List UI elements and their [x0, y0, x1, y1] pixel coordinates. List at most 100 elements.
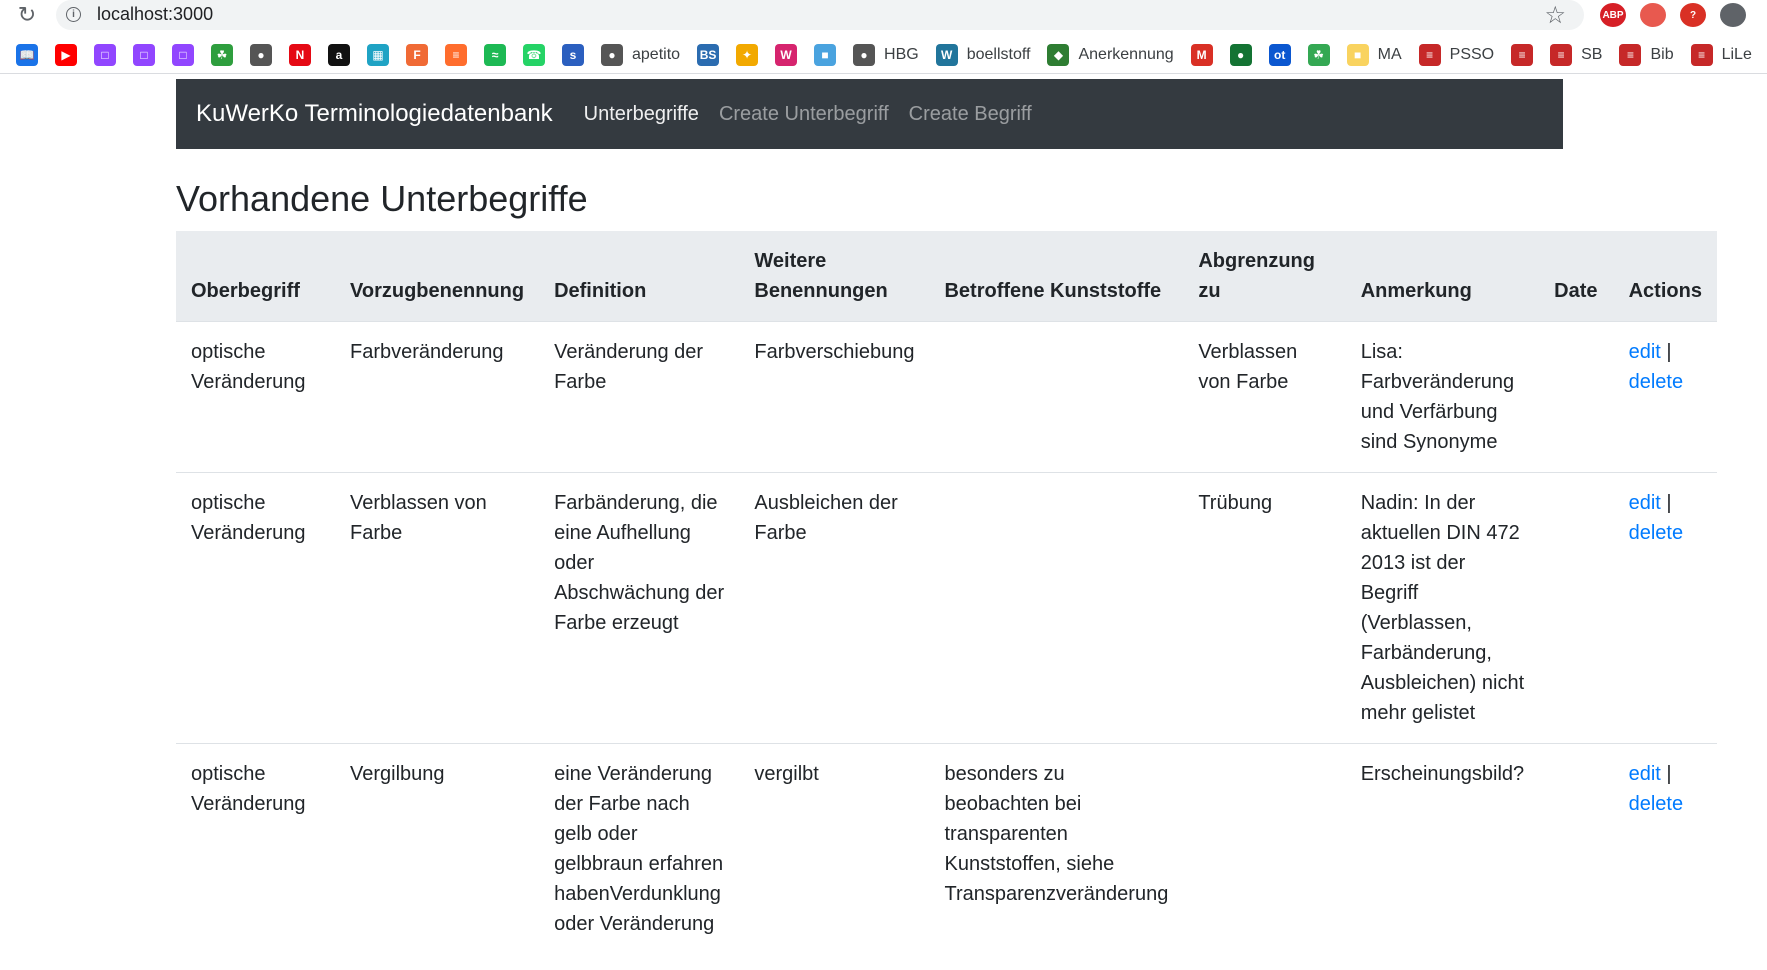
nav-link-create-begriff[interactable]: Create Begriff — [909, 103, 1032, 126]
bookmark-item[interactable]: a — [328, 43, 350, 66]
stack-icon: ≡ — [445, 43, 467, 66]
edit-link[interactable]: edit — [1629, 492, 1661, 514]
bookmark-label: PSSO — [1449, 45, 1495, 63]
table-row: optische Veränderung Vergilbung eine Ver… — [176, 743, 1717, 954]
cell-oberbegriff: optische Veränderung — [176, 472, 336, 744]
page-title: Vorhandene Unterbegriffe — [176, 178, 588, 219]
navbar-brand[interactable]: KuWerKo Terminologiedatenbank — [196, 100, 553, 128]
bookmark-item[interactable]: □ — [133, 43, 155, 66]
crest-icon: ◆ — [1047, 43, 1070, 66]
address-bar[interactable]: i localhost:3000 ☆ — [56, 0, 1584, 30]
cell-definition: Farbänderung, die eine Aufhellung oder A… — [539, 472, 740, 744]
bookmark-item[interactable]: ≡ — [445, 43, 467, 66]
bookmark-item[interactable]: Wboellstoff — [935, 43, 1031, 66]
navbar: KuWerKo Terminologiedatenbank Unterbegri… — [176, 79, 1563, 149]
bookmark-item[interactable]: ≡ PSSO — [1418, 43, 1495, 66]
edit-link[interactable]: edit — [1629, 763, 1661, 785]
extensions-area: ABP? — [1600, 3, 1746, 27]
bookmark-item[interactable]: ■ MA — [1346, 43, 1402, 66]
nav-link-unterbegriffe[interactable]: Unterbegriffe — [584, 103, 699, 126]
url-text[interactable]: localhost:3000 — [97, 4, 213, 25]
lines-icon: ≡ — [1619, 43, 1642, 66]
bookmark-item[interactable]: ☘ — [1307, 43, 1330, 66]
delete-link[interactable]: delete — [1629, 371, 1684, 393]
cell-betroffene-kunststoffe — [929, 321, 1184, 473]
bookmark-item[interactable]: BS — [697, 43, 720, 66]
cell-actions: edit | delete — [1613, 743, 1717, 954]
bookmark-item[interactable]: ≡ — [1511, 43, 1534, 66]
bookmark-item[interactable]: □ — [172, 43, 194, 66]
cell-anmerkung: Lisa: Farbveränderung und Verfärbung sin… — [1345, 321, 1540, 473]
cell-vorzugbenennung: Verblassen von Farbe — [335, 472, 540, 744]
bookmark-label: MA — [1377, 45, 1402, 63]
cell-anmerkung: Nadin: In der aktuellen DIN 472 2013 ist… — [1345, 472, 1540, 744]
cell-date — [1539, 472, 1614, 744]
unterbegriffe-table: Oberbegriff Vorzugbenennung Definition W… — [176, 231, 1717, 954]
bookmark-item[interactable]: ▦ — [367, 43, 389, 66]
nav-link-create-unterbegriff[interactable]: Create Unterbegriff — [719, 103, 889, 126]
bookmark-label: SB — [1581, 45, 1603, 63]
column-header-vorzugbenennung: Vorzugbenennung — [335, 231, 540, 322]
cell-betroffene-kunststoffe: besonders zu beobachten bei transparente… — [929, 743, 1184, 954]
bs-icon: BS — [697, 43, 720, 66]
bookmark-item[interactable]: ■ — [814, 43, 837, 66]
folder-icon: ■ — [1346, 43, 1369, 66]
wordpress-icon: W — [935, 43, 958, 66]
bookmark-item[interactable]: ☎ — [523, 43, 545, 66]
bookmark-item[interactable]: ● HBG — [853, 43, 919, 66]
bookmark-item[interactable]: M — [1190, 43, 1213, 66]
delete-link[interactable]: delete — [1629, 522, 1684, 544]
abp-icon[interactable]: ABP — [1600, 3, 1626, 27]
star-icon[interactable]: ☆ — [1544, 1, 1566, 30]
bookmark-item[interactable]: 📖 — [16, 43, 38, 66]
column-header-definition: Definition — [539, 231, 740, 322]
bookmark-item[interactable]: □ — [94, 43, 116, 66]
pdf-icon[interactable] — [1640, 3, 1666, 27]
reload-icon[interactable]: ↻ — [14, 2, 40, 28]
bookmark-item[interactable]: s — [562, 43, 584, 66]
ot-icon: ot — [1268, 43, 1291, 66]
column-header-abgrenzung: Abgrenzung zu — [1183, 231, 1346, 322]
browser-toolbar: ↻ i localhost:3000 ☆ ABP? — [0, 0, 1767, 30]
bookmark-item[interactable]: ☘ — [211, 43, 233, 66]
cell-vorzugbenennung: Farbveränderung — [335, 321, 540, 473]
bookmark-item[interactable]: ● — [250, 43, 272, 66]
bookmark-item[interactable]: ◆ Anerkennung — [1047, 43, 1174, 66]
info-icon[interactable]: i — [66, 7, 81, 22]
action-separator: | — [1666, 763, 1672, 785]
bookmark-item[interactable]: ≈ — [484, 43, 506, 66]
bookmark-item[interactable]: ▶ — [55, 43, 77, 66]
puzzle-icon[interactable] — [1720, 3, 1746, 27]
bookmark-item[interactable]: W — [775, 43, 798, 66]
cell-definition: eine Veränderung der Farbe nach gelb ode… — [539, 743, 740, 954]
edit-link[interactable]: edit — [1629, 341, 1661, 363]
table-row: optische Veränderung Verblassen von Farb… — [176, 472, 1717, 744]
bookmark-item[interactable]: ≡ SB — [1550, 43, 1603, 66]
column-header-oberbegriff: Oberbegriff — [176, 231, 336, 322]
circle-icon: ● — [1229, 43, 1252, 66]
bookmark-item[interactable]: ≡ Bib — [1619, 43, 1674, 66]
bookmark-label: Bib — [1650, 45, 1674, 63]
question-icon[interactable]: ? — [1680, 3, 1706, 27]
cell-oberbegriff: optische Veränderung — [176, 321, 336, 473]
spotify-icon: ≈ — [484, 43, 506, 66]
bookmark-label: boellstoff — [966, 45, 1031, 63]
column-header-date: Date — [1539, 231, 1614, 322]
delete-link[interactable]: delete — [1629, 793, 1684, 815]
cell-date — [1539, 321, 1614, 473]
twitch-icon: □ — [133, 43, 155, 66]
netflix-icon: N — [289, 43, 311, 66]
column-header-anmerkung: Anmerkung — [1345, 231, 1540, 322]
bookmark-item[interactable]: ✦ — [736, 43, 759, 66]
action-separator: | — [1666, 341, 1672, 363]
bookmark-item[interactable]: ≡ LiLe — [1690, 43, 1752, 66]
cell-oberbegriff: optische Veränderung — [176, 743, 336, 954]
bookmark-item[interactable]: ● — [1229, 43, 1252, 66]
bookmark-item[interactable]: N — [289, 43, 311, 66]
bookmark-item[interactable]: ot — [1268, 43, 1291, 66]
column-header-weitere-benennungen: Weitere Benennungen — [739, 231, 930, 322]
bookmark-item[interactable]: ● apetito — [601, 43, 680, 66]
lines-icon: ≡ — [1418, 43, 1441, 66]
bookmark-item[interactable]: F — [406, 43, 428, 66]
leaf-icon: ☘ — [211, 43, 233, 66]
